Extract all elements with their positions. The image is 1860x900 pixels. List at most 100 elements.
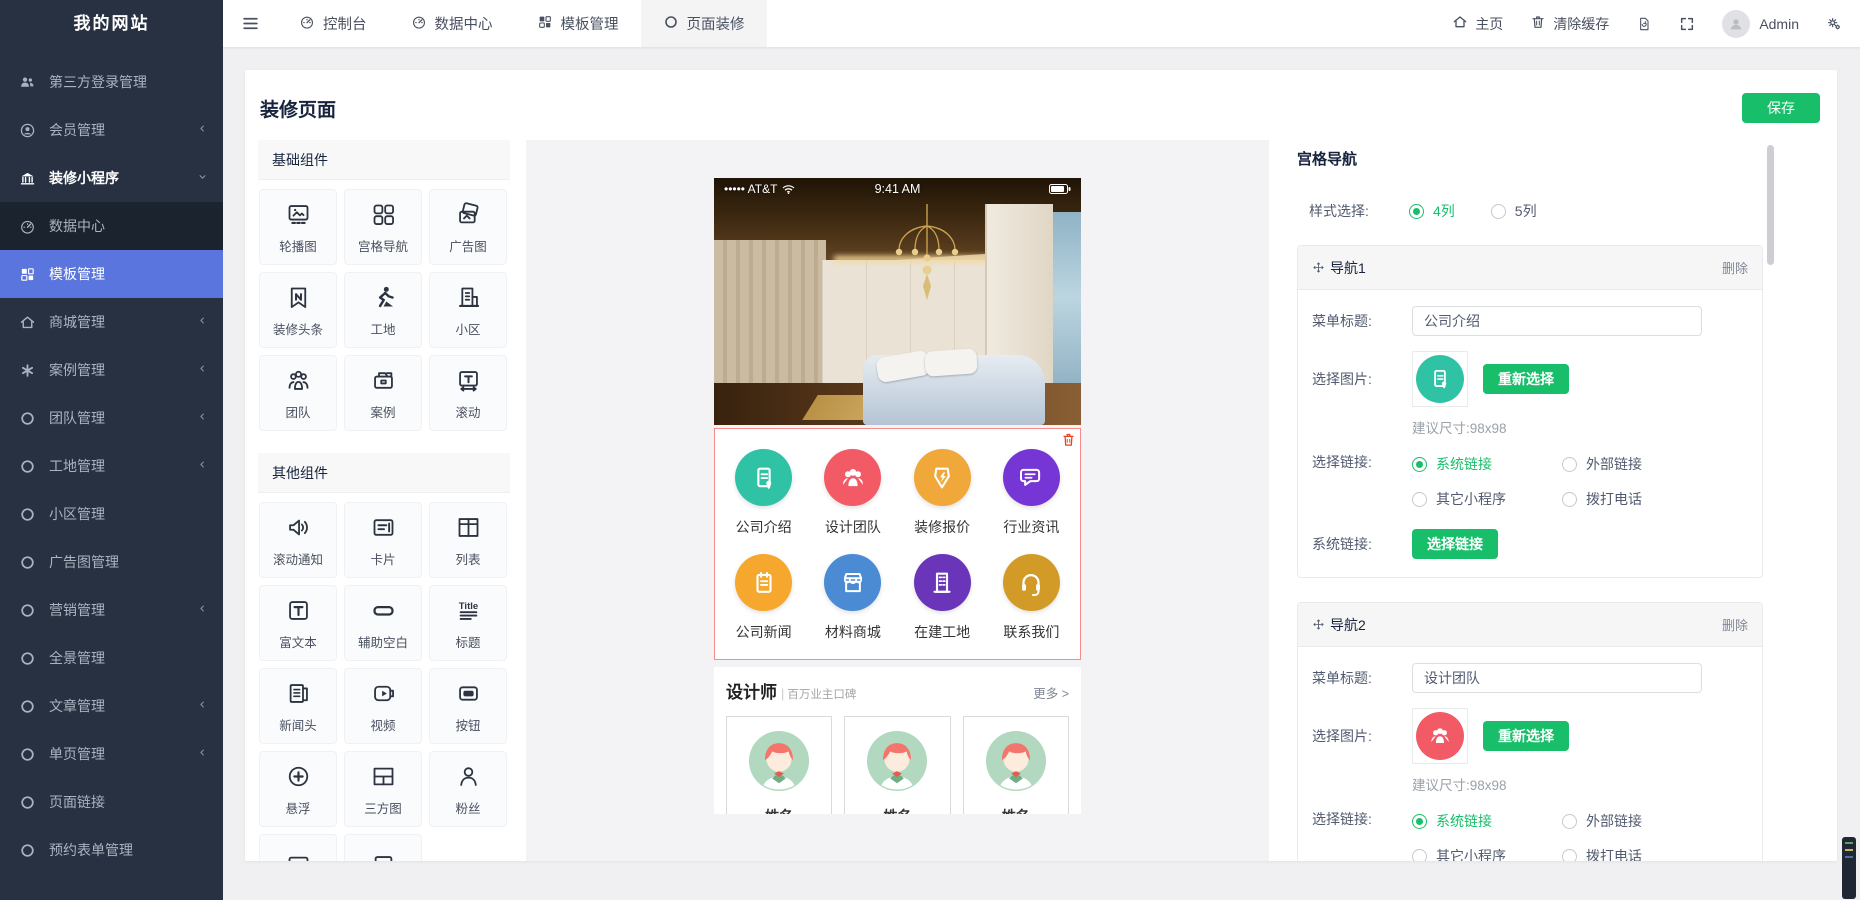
radio-拨打电话[interactable]: 拨打电话 xyxy=(1562,846,1712,861)
style-label: 样式选择: xyxy=(1309,201,1409,221)
component-三方图[interactable]: 三方图 xyxy=(344,751,422,827)
selected-image-thumb[interactable] xyxy=(1412,708,1468,764)
banner-image[interactable]: ••••• AT&T 9:41 AM xyxy=(714,178,1081,425)
save-button[interactable]: 保存 xyxy=(1742,93,1820,123)
sidebar-item-第三方登录管理[interactable]: 第三方登录管理 xyxy=(0,58,223,106)
component-视频[interactable]: 视频 xyxy=(344,668,422,744)
component-团队[interactable]: 团队 xyxy=(259,355,337,431)
designer-cards: 姓名简介查看作品姓名简介查看作品姓名简介查看作品 xyxy=(726,716,1069,814)
user-menu[interactable]: Admin xyxy=(1722,10,1799,38)
sidebar-item-团队管理[interactable]: 团队管理 xyxy=(0,394,223,442)
grid-nav-item-行业资讯[interactable]: 行业资讯 xyxy=(987,441,1076,546)
panel-scrollbar[interactable] xyxy=(1767,145,1774,265)
radio-5-columns[interactable]: 5列 xyxy=(1491,201,1537,221)
grid-nav-item-设计团队[interactable]: 设计团队 xyxy=(808,441,897,546)
sidebar-item-装修小程序[interactable]: 装修小程序 xyxy=(0,154,223,202)
sidebar-item-页面链接[interactable]: 页面链接 xyxy=(0,778,223,826)
sidebar-item-小区管理[interactable]: 小区管理 xyxy=(0,490,223,538)
move-icon[interactable] xyxy=(1312,261,1326,275)
reselect-image-button[interactable]: 重新选择 xyxy=(1483,721,1569,751)
component-新闻头[interactable]: 新闻头 xyxy=(259,668,337,744)
chevron-left-icon xyxy=(197,699,208,713)
grid-nav-section[interactable]: 公司介绍设计团队装修报价行业资讯公司新闻材料商城在建工地联系我们 xyxy=(714,428,1081,660)
grid-nav-item-公司介绍[interactable]: 公司介绍 xyxy=(719,441,808,546)
hamburger-icon[interactable] xyxy=(223,0,277,47)
sidebar-item-数据中心[interactable]: 数据中心 xyxy=(0,202,223,250)
delete-link[interactable]: 删除 xyxy=(1722,615,1748,634)
selected-image-thumb[interactable] xyxy=(1412,351,1468,407)
component-grid: 轮播图宫格导航广告图装修头条工地小区团队案例滚动 xyxy=(258,180,510,439)
menu-title-input[interactable] xyxy=(1412,306,1702,336)
delete-component-icon[interactable] xyxy=(1061,432,1076,447)
reselect-image-button[interactable]: 重新选择 xyxy=(1483,364,1569,394)
sidebar-item-label: 商城管理 xyxy=(49,312,105,332)
component-装修头条[interactable]: 装修头条 xyxy=(259,272,337,348)
gear-icon[interactable] xyxy=(1826,16,1842,32)
sidebar-item-营销管理[interactable]: 营销管理 xyxy=(0,586,223,634)
nav-config-boxes: 导航1删除菜单标题:选择图片:重新选择建议尺寸:98x98选择链接:系统链接外部… xyxy=(1297,245,1825,861)
radio-外部链接[interactable]: 外部链接 xyxy=(1562,454,1712,474)
grid-nav-item-在建工地[interactable]: 在建工地 xyxy=(898,546,987,651)
component-列表[interactable]: 列表 xyxy=(429,502,507,578)
radio-其它小程序[interactable]: 其它小程序 xyxy=(1412,489,1562,509)
component-广告图[interactable]: 广告图 xyxy=(429,189,507,265)
grid-nav-item-装修报价[interactable]: 装修报价 xyxy=(898,441,987,546)
component-悬浮[interactable]: 悬浮 xyxy=(259,751,337,827)
move-icon[interactable] xyxy=(1312,618,1326,632)
minimized-widget[interactable] xyxy=(1842,837,1856,899)
component-partial[interactable] xyxy=(259,834,337,861)
grid-nav-item-联系我们[interactable]: 联系我们 xyxy=(987,546,1076,651)
designer-card[interactable]: 姓名简介查看作品 xyxy=(844,716,950,814)
component-按钮[interactable]: 按钮 xyxy=(429,668,507,744)
sidebar-item-单页管理[interactable]: 单页管理 xyxy=(0,730,223,778)
tab-模板管理[interactable]: 模板管理 xyxy=(515,0,641,47)
component-粉丝[interactable]: 粉丝 xyxy=(429,751,507,827)
grid-nav-item-材料商城[interactable]: 材料商城 xyxy=(808,546,897,651)
grid-nav-item-公司新闻[interactable]: 公司新闻 xyxy=(719,546,808,651)
sidebar-item-工地管理[interactable]: 工地管理 xyxy=(0,442,223,490)
component-标题[interactable]: Title标题 xyxy=(429,585,507,661)
radio-外部链接[interactable]: 外部链接 xyxy=(1562,811,1712,831)
component-案例[interactable]: 案例 xyxy=(344,355,422,431)
component-滚动[interactable]: 滚动 xyxy=(429,355,507,431)
radio-系统链接[interactable]: 系统链接 xyxy=(1412,454,1562,474)
circle-o-icon xyxy=(19,409,38,428)
component-轮播图[interactable]: 轮播图 xyxy=(259,189,337,265)
component-卡片[interactable]: 卡片 xyxy=(344,502,422,578)
radio-4-columns[interactable]: 4列 xyxy=(1409,201,1455,221)
sidebar-item-文章管理[interactable]: 文章管理 xyxy=(0,682,223,730)
tab-数据中心[interactable]: 数据中心 xyxy=(389,0,515,47)
designer-card[interactable]: 姓名简介查看作品 xyxy=(963,716,1069,814)
component-富文本[interactable]: 富文本 xyxy=(259,585,337,661)
designers-section[interactable]: 设计师 | 百万业主口碑 更多 > 姓名简介查看作品姓名简介查看作品姓名简介查看… xyxy=(714,667,1081,814)
sidebar-item-案例管理[interactable]: 案例管理 xyxy=(0,346,223,394)
radio-系统链接[interactable]: 系统链接 xyxy=(1412,811,1562,831)
radio-拨打电话[interactable]: 拨打电话 xyxy=(1562,489,1712,509)
delete-link[interactable]: 删除 xyxy=(1722,258,1748,277)
circle-o-icon xyxy=(19,793,38,812)
sidebar-item-模板管理[interactable]: 模板管理 xyxy=(0,250,223,298)
menu-title-input[interactable] xyxy=(1412,663,1702,693)
component-宫格导航[interactable]: 宫格导航 xyxy=(344,189,422,265)
topnav-link-清除缓存[interactable]: 清除缓存 xyxy=(1530,14,1609,34)
component-滚动通知[interactable]: 滚动通知 xyxy=(259,502,337,578)
component-partial[interactable] xyxy=(344,834,422,861)
tab-页面装修[interactable]: 页面装修 xyxy=(641,0,767,47)
choose-link-button[interactable]: 选择链接 xyxy=(1412,529,1498,559)
sidebar-item-商城管理[interactable]: 商城管理 xyxy=(0,298,223,346)
sidebar-item-广告图管理[interactable]: 广告图管理 xyxy=(0,538,223,586)
component-辅助空白[interactable]: 辅助空白 xyxy=(344,585,422,661)
designer-card[interactable]: 姓名简介查看作品 xyxy=(726,716,832,814)
refresh-icon[interactable] xyxy=(1636,16,1652,32)
sidebar-item-预约表单管理[interactable]: 预约表单管理 xyxy=(0,826,223,874)
radio-其它小程序[interactable]: 其它小程序 xyxy=(1412,846,1562,861)
component-工地[interactable]: 工地 xyxy=(344,272,422,348)
doc-icon xyxy=(735,449,792,506)
sidebar-item-全景管理[interactable]: 全景管理 xyxy=(0,634,223,682)
more-link[interactable]: 更多 > xyxy=(1033,683,1069,702)
tab-控制台[interactable]: 控制台 xyxy=(277,0,389,47)
component-小区[interactable]: 小区 xyxy=(429,272,507,348)
sidebar-item-会员管理[interactable]: 会员管理 xyxy=(0,106,223,154)
fullscreen-icon[interactable] xyxy=(1679,16,1695,32)
topnav-link-主页[interactable]: 主页 xyxy=(1452,14,1503,34)
